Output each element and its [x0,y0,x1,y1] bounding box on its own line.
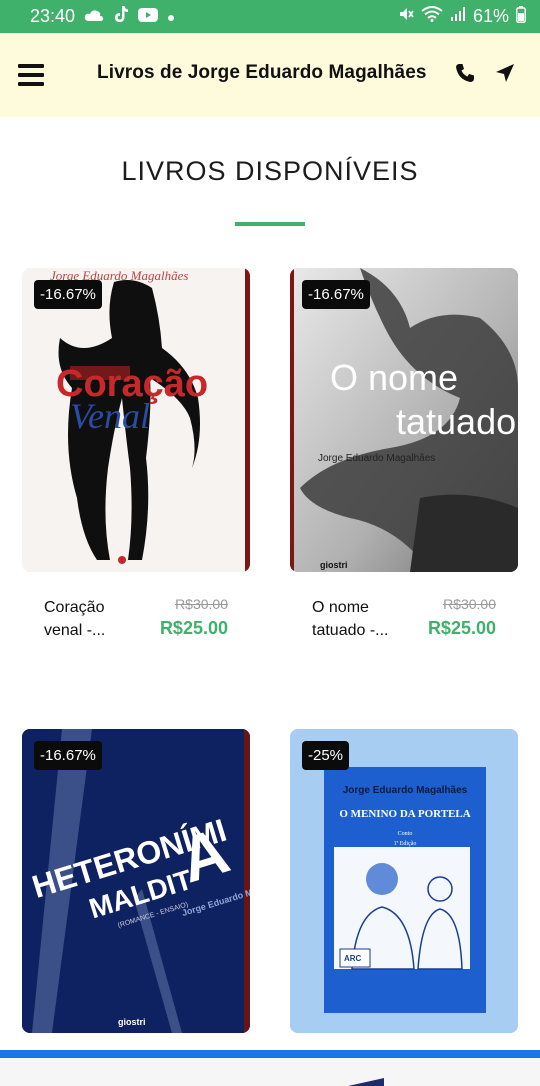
notification-dot-icon [167,6,175,27]
discount-badge: -16.67% [34,280,102,309]
bottom-divider [0,1050,540,1058]
menu-button[interactable] [18,64,44,86]
book-cover-image[interactable]: O nome tatuado Jorge Eduardo Magalhães g… [290,268,518,572]
battery-percent: 61% [472,6,509,26]
cover-subtitle-text: tatuado [396,401,516,442]
cover-edition-text: 1ª Edição [394,841,417,847]
hamburger-icon-bar [18,73,44,77]
header-title: Livros de Jorge Eduardo Magalhães [97,62,427,83]
phone-icon[interactable] [455,63,477,85]
status-time: 23:40 [30,6,76,26]
hamburger-icon-bar [18,82,44,86]
product-name[interactable]: Coração venal -... [44,596,134,642]
book-cover-image[interactable]: Jorge Eduardo Magalhães Coração Venal [22,268,250,572]
cover-author-text: Jorge Eduardo Magalhães [318,453,435,464]
cover-publisher-text: giostri [320,560,348,570]
cover-publisher-text: ARC [344,954,362,963]
cover-publisher-text: giostri [118,1017,146,1027]
title-underline [235,222,305,226]
cover-author-text: Jorge Eduardo Magalhães [343,785,468,796]
book-cover-image[interactable]: HETERONÍMI MALDIT A Jorge Eduardo Magalh… [22,729,250,1033]
app-header: Livros de Jorge Eduardo Magalhães [0,33,540,117]
discount-badge: -16.67% [302,280,370,309]
signal-icon [450,6,466,27]
cloud-icon [84,6,104,27]
section-title: LIVROS DISPONÍVEIS [121,156,419,186]
product-name[interactable]: O nome tatuado -... [312,596,402,642]
wifi-icon [421,6,443,27]
bottom-bar [0,1058,540,1086]
navigation-arrow-icon[interactable] [495,63,517,85]
book-cover-image[interactable]: Jorge Eduardo Magalhães O MENINO DA PORT… [290,729,518,1033]
product-old-price: R$30.00 [175,596,228,612]
youtube-icon [138,6,159,27]
mute-icon [398,6,414,27]
hamburger-icon-bar [18,64,44,68]
discount-badge: -16.67% [34,741,102,770]
battery-icon [516,5,526,28]
discount-badge: -25% [302,741,350,770]
cover-title-text: O MENINO DA PORTELA [339,808,470,820]
product-price: R$25.00 [427,618,496,638]
tiktok-icon [113,5,129,28]
status-bar: 23:40 61% [0,0,540,33]
cover-title-text: O nome [330,357,458,398]
cover-genre-text: Conto [398,831,413,837]
product-old-price: R$30.00 [443,596,496,612]
product-price: R$25.00 [159,618,228,638]
cover-subtitle-text: Venal [70,396,150,436]
